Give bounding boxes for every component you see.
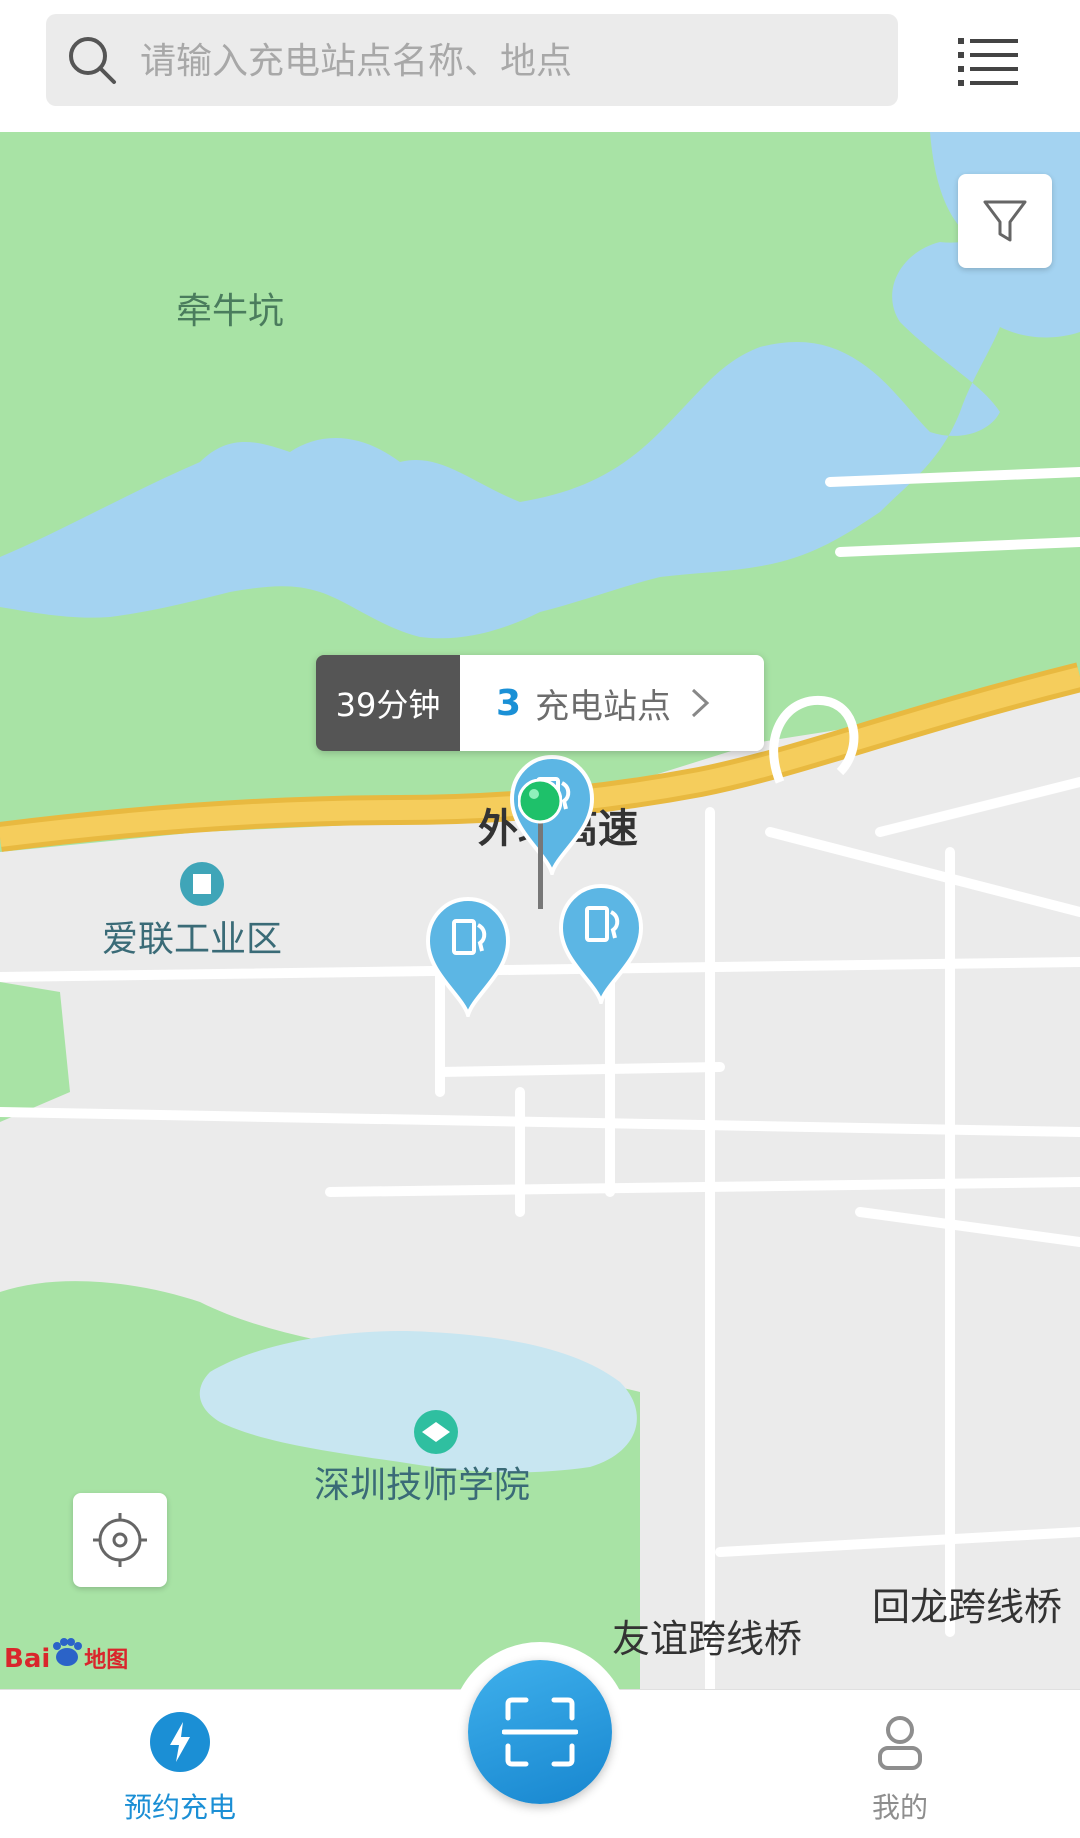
crosshair-icon [93,1513,147,1567]
tab-label: 预约充电 [123,1791,236,1824]
map-label-bridge: 友谊跨线桥 [612,1617,803,1661]
logo-text: 地图 [84,1648,129,1673]
scan-button[interactable] [468,1660,612,1804]
station-count-link[interactable]: 3 充电站点 [460,655,764,751]
map-label-area: 牵牛坑 [176,291,285,332]
chevron-right-icon [692,688,710,718]
filter-button[interactable] [958,174,1052,268]
funnel-icon [983,200,1027,242]
paw-icon [53,1638,83,1666]
travel-time: 39分钟 [316,655,460,751]
list-menu-icon[interactable] [958,32,1018,88]
locate-me-button[interactable] [73,1493,167,1587]
user-icon [878,1716,922,1770]
search-box[interactable] [46,14,898,108]
map-view[interactable]: 牵牛坑 外环高速 爱联工业区 深圳技师学院 友谊跨线桥 回龙跨线桥 39分钟 3… [0,132,1080,1689]
map-label-bridge: 回龙跨线桥 [872,1585,1063,1629]
station-count: 3 [496,682,522,724]
scan-icon [502,1697,578,1767]
charging-station-marker[interactable] [555,882,647,1004]
map-label-poi: 爱联工业区 [102,919,283,960]
station-count-label: 充电站点 [535,686,672,727]
charging-station-marker[interactable] [422,895,514,1017]
top-bar [0,0,1080,132]
baidu-map-logo: Bai 地图 [4,1637,128,1677]
search-icon [69,37,116,84]
scan-button-container [450,1642,630,1822]
search-input[interactable] [138,14,882,108]
tab-label: 我的 [871,1791,928,1824]
lightning-icon [150,1712,210,1772]
tab-mine[interactable]: 我的 [820,1690,980,1838]
tab-reserve-charging[interactable]: 预约充电 [100,1690,260,1838]
map-label-poi: 深圳技师学院 [314,1465,531,1506]
station-summary-bubble[interactable]: 39分钟 3 充电站点 [316,655,764,751]
logo-text: Bai [4,1644,51,1674]
location-pin-icon [518,779,562,909]
